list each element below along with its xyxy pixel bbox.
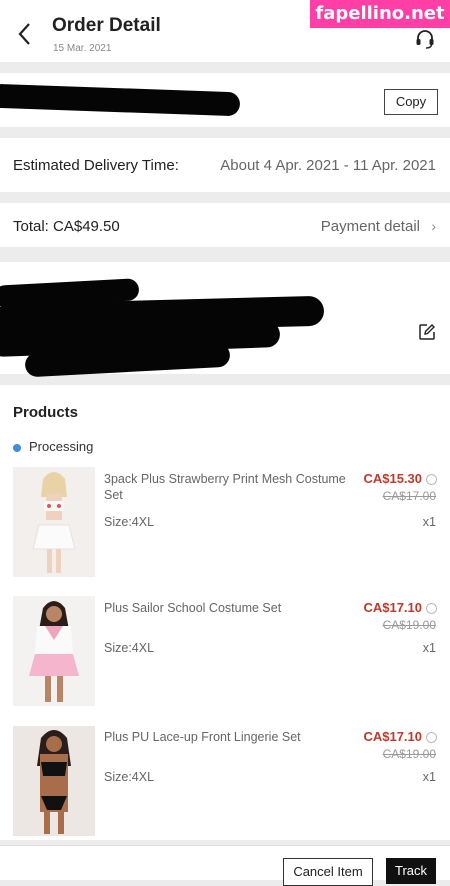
product-price: CA$17.10 <box>363 600 422 615</box>
order-total: Total: CA$49.50 <box>13 218 120 235</box>
watermark-logo: fapellino.net <box>310 0 450 28</box>
product-size: Size:4XL <box>104 515 155 529</box>
back-chevron-icon[interactable] <box>14 20 40 50</box>
status-dot-icon <box>13 444 21 452</box>
product-original-price: CA$17.00 <box>382 489 436 503</box>
delivery-label: Estimated Delivery Time: <box>13 157 179 174</box>
product-image[interactable] <box>13 467 95 577</box>
product-image[interactable] <box>13 596 95 706</box>
product-name[interactable]: 3pack Plus Strawberry Print Mesh Costume… <box>104 471 362 503</box>
product-original-price: CA$19.00 <box>382 618 436 632</box>
info-icon[interactable] <box>426 732 437 743</box>
product-name[interactable]: Plus Sailor School Costume Set <box>104 600 362 616</box>
product-quantity: x1 <box>422 770 436 784</box>
bottom-action-bar <box>0 845 450 880</box>
products-heading: Products <box>13 404 79 421</box>
product-size: Size:4XL <box>104 770 155 784</box>
delivery-value: About 4 Apr. 2021 - 11 Apr. 2021 <box>220 157 436 174</box>
product-image[interactable] <box>13 726 95 836</box>
order-date: 15 Mar. 2021 <box>53 43 112 54</box>
status-badge: Processing <box>29 439 94 454</box>
product-price: CA$17.10 <box>363 729 422 744</box>
payment-detail-link[interactable]: Payment detail <box>321 218 420 235</box>
chevron-right-icon[interactable]: › <box>431 218 436 234</box>
info-icon[interactable] <box>426 474 437 485</box>
info-icon[interactable] <box>426 603 437 614</box>
product-price: CA$15.30 <box>363 471 422 486</box>
cancel-item-button[interactable]: Cancel Item <box>283 858 373 886</box>
track-button[interactable]: Track <box>386 858 436 884</box>
product-quantity: x1 <box>422 641 436 655</box>
product-size: Size:4XL <box>104 641 155 655</box>
copy-button[interactable]: Copy <box>384 89 438 115</box>
product-quantity: x1 <box>422 515 436 529</box>
edit-icon[interactable] <box>418 323 436 341</box>
page-title: Order Detail <box>52 15 161 36</box>
headset-icon[interactable] <box>414 28 436 50</box>
product-name[interactable]: Plus PU Lace-up Front Lingerie Set <box>104 729 362 745</box>
product-original-price: CA$19.00 <box>382 747 436 761</box>
